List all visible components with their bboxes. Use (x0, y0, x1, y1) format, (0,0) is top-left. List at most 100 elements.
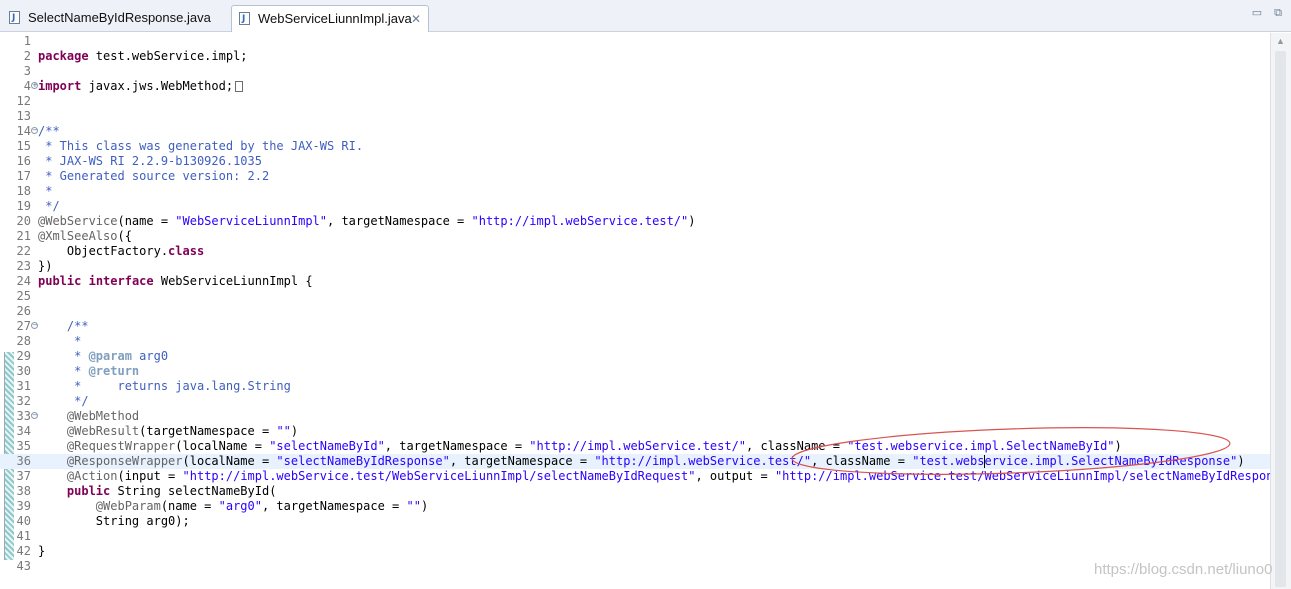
line-number: 42 (16, 544, 31, 558)
code-text: , targetNamespace = (384, 439, 530, 453)
code-text: , targetNamespace = (261, 499, 407, 513)
code-text: WebServiceLiunnImpl { (153, 274, 313, 288)
string-literal: "arg0" (218, 499, 262, 513)
java-file-icon (9, 5, 20, 31)
line-number: 41 (16, 529, 31, 543)
tab-label: SelectNameByIdResponse.java (28, 10, 211, 25)
line-number: 27 (16, 319, 31, 333)
code-line: 25 (0, 289, 1270, 304)
fold-icon[interactable]: − (31, 412, 38, 419)
code-line: 16 * JAX-WS RI 2.2.9-b130926.1035 (0, 154, 1270, 169)
annotation: @XmlSeeAlso (38, 229, 118, 243)
code-line: 41 (0, 529, 1270, 544)
code-text: ObjectFactory. (38, 244, 169, 258)
code-line: 13 (0, 109, 1270, 124)
comment: * (38, 334, 82, 348)
code-text: ) (688, 214, 696, 228)
highlight-ellipse (791, 427, 1231, 475)
code-editor[interactable]: 1 2 package test.webService.impl; 3 4 + imp… (0, 33, 1291, 589)
code-line: 17 * Generated source version: 2.2 (0, 169, 1270, 184)
code-text: String arg0); (38, 514, 190, 528)
minimize-icon[interactable]: ▭ (1251, 8, 1263, 20)
code-line: 38 public String selectNameById( (0, 484, 1270, 499)
code-line: 22 ObjectFactory.class (0, 244, 1270, 259)
annotation: @WebResult (38, 424, 140, 438)
string-literal: "selectNameByIdResponse" (276, 454, 450, 468)
keyword-public: public (38, 274, 82, 288)
code-text: (localName = (175, 439, 270, 453)
code-line: 1 (0, 34, 1270, 49)
line-number: 30 (16, 364, 31, 378)
scroll-up-arrow-icon[interactable]: ▲ (1276, 36, 1285, 46)
tab-select-name-by-id-response[interactable]: SelectNameByIdResponse.java (2, 5, 228, 32)
code-line: 4 + import javax.jws.WebMethod; (0, 79, 1270, 94)
line-number: 24 (16, 274, 31, 288)
code-line: 28 * (0, 334, 1270, 349)
line-number: 15 (16, 139, 31, 153)
line-number: 32 (16, 394, 31, 408)
code-line: 26 (0, 304, 1270, 319)
expand-icon[interactable]: + (31, 82, 38, 89)
fold-icon[interactable]: − (31, 322, 38, 329)
code-text: (name = (117, 214, 176, 228)
collapsed-region-icon[interactable] (235, 81, 244, 92)
code-line: 2 package test.webService.impl; (0, 49, 1270, 64)
annotation: @RequestWrapper (38, 439, 176, 453)
annotation: @WebService (38, 214, 118, 228)
line-number: 25 (16, 289, 31, 303)
line-number: 38 (16, 484, 31, 498)
comment: * This class was generated by the JAX-WS… (38, 139, 364, 153)
code-line: 19 */ (0, 199, 1270, 214)
tab-web-service-liunn-impl[interactable]: WebServiceLiunnImpl.java ✕ (231, 5, 429, 32)
code-line: 39 @WebParam(name = "arg0", targetNamesp… (0, 499, 1270, 514)
vertical-scrollbar[interactable]: ▲ (1270, 33, 1291, 589)
java-file-icon (239, 6, 250, 32)
code-text: , targetNamespace = (327, 214, 472, 228)
line-number: 40 (16, 514, 31, 528)
string-literal: "" (406, 499, 421, 513)
line-number: 19 (16, 199, 31, 213)
line-number: 17 (16, 169, 31, 183)
code-text: (localName = (182, 454, 277, 468)
code-line: 43 (0, 559, 1270, 574)
line-number: 36 (16, 454, 31, 468)
code-line: 31 * returns java.lang.String (0, 379, 1270, 394)
string-literal: "WebServiceLiunnImpl" (175, 214, 327, 228)
annotation: @Action (38, 469, 118, 483)
comment: /** (38, 124, 60, 138)
comment: * (38, 364, 89, 378)
keyword-class: class (168, 244, 205, 258)
line-number: 33 (16, 409, 31, 423)
code-line: 42} (0, 544, 1270, 559)
line-number: 26 (16, 304, 31, 318)
comment: * JAX-WS RI 2.2.9-b130926.1035 (38, 154, 262, 168)
annotation: @WebMethod (38, 409, 140, 423)
comment: * Generated source version: 2.2 (38, 169, 270, 183)
code-text: } (38, 544, 46, 558)
string-literal: "http://impl.webService.test/WebServiceL… (182, 469, 696, 483)
javadoc-tag: @param (88, 349, 132, 363)
comment: * returns java.lang.String (38, 379, 291, 393)
comment: arg0 (131, 349, 169, 363)
comment: */ (38, 394, 89, 408)
code-line: 23}) (0, 259, 1270, 274)
line-number: 23 (16, 259, 31, 273)
line-number: 29 (16, 349, 31, 363)
code-text: (name = (160, 499, 219, 513)
line-number: 35 (16, 439, 31, 453)
fold-icon[interactable]: − (31, 127, 38, 134)
comment: /** (38, 319, 89, 333)
line-number: 31 (16, 379, 31, 393)
restore-icon[interactable]: ⧉ (1272, 8, 1284, 20)
code-text: , output = (695, 469, 775, 483)
line-number: 2 (23, 49, 31, 63)
scrollbar-thumb[interactable] (1275, 51, 1286, 587)
string-literal: "" (276, 424, 291, 438)
close-icon[interactable]: ✕ (411, 6, 421, 32)
annotation: @WebParam (38, 499, 161, 513)
code-line: 27− /** (0, 319, 1270, 334)
code-line: 32 */ (0, 394, 1270, 409)
line-number: 16 (16, 154, 31, 168)
tab-label: WebServiceLiunnImpl.java (258, 11, 412, 26)
editor-tab-bar: SelectNameByIdResponse.java WebServiceLi… (0, 0, 1291, 32)
